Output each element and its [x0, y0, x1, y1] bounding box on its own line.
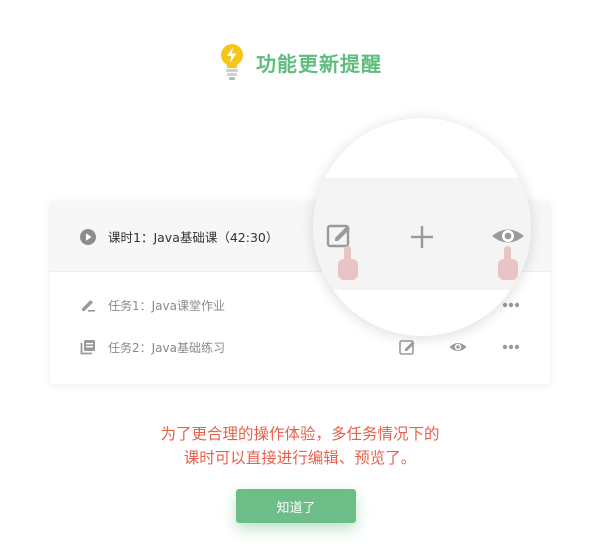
eye-icon	[492, 229, 524, 243]
edit-icon[interactable]	[397, 337, 417, 357]
task-label: 任务1：Java课堂作业	[108, 298, 225, 313]
library-icon	[80, 340, 95, 355]
lightbulb-icon	[221, 44, 243, 80]
pen-icon	[82, 300, 95, 312]
message-line-1: 为了更合理的操作体验，多任务情况下的	[160, 425, 440, 443]
dialog-header: 功能更新提醒	[0, 40, 600, 84]
magnifier-preview	[313, 118, 531, 336]
eye-icon[interactable]	[448, 337, 468, 357]
hand-pointer-icon	[338, 246, 358, 280]
play-circle-icon	[80, 228, 96, 245]
hand-pointer-icon	[498, 246, 518, 280]
update-message: 为了更合理的操作体验，多任务情况下的 课时可以直接进行编辑、预览了。	[0, 422, 600, 470]
more-icon[interactable]	[501, 337, 521, 357]
dialog-title: 功能更新提醒	[256, 51, 382, 76]
message-line-2: 课时可以直接进行编辑、预览了。	[183, 449, 417, 467]
lesson-label: 课时1：Java基础课（42:30）	[108, 230, 279, 245]
got-it-button[interactable]: 知道了	[236, 489, 356, 523]
plus-icon	[411, 226, 433, 248]
task-row[interactable]: 任务2：Java基础练习	[50, 326, 550, 368]
task-label: 任务2：Java基础练习	[108, 340, 225, 355]
